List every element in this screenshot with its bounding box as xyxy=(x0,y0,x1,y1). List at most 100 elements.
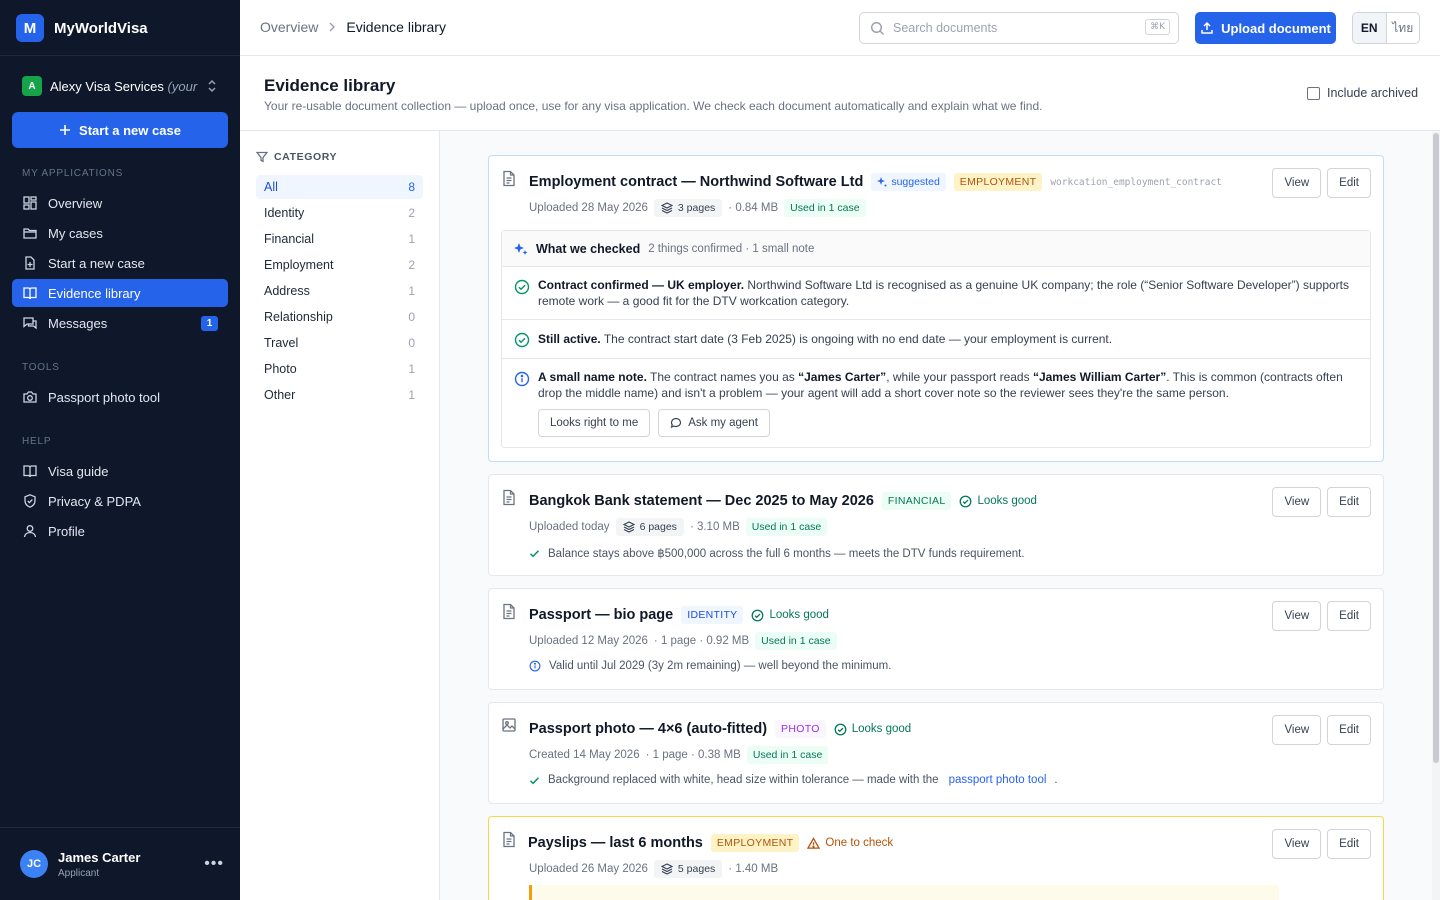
document-title[interactable]: Employment contract — Northwind Software… xyxy=(529,174,863,190)
category-all[interactable]: All 8 xyxy=(256,175,423,199)
status-badge: Looks good xyxy=(959,495,1037,508)
sidebar-item-privacy[interactable]: Privacy & PDPA xyxy=(12,487,228,515)
used-in-badge: Used in 1 case xyxy=(746,746,829,764)
category-travel[interactable]: Travel 0 xyxy=(256,331,423,355)
category-tag: IDENTITY xyxy=(681,606,744,624)
document-card[interactable]: Passport — bio page IDENTITY Looks good … xyxy=(488,588,1384,690)
search-shortcut: ⌘K xyxy=(1145,19,1170,35)
document-actions: View Edit xyxy=(1272,601,1371,631)
check-circle-icon xyxy=(834,723,847,736)
view-button[interactable]: View xyxy=(1272,829,1322,859)
brand-name: MyWorldVisa xyxy=(54,19,148,37)
info-icon xyxy=(529,660,541,672)
category-photo[interactable]: Photo 1 xyxy=(256,357,423,381)
document-title[interactable]: Payslips — last 6 months xyxy=(528,835,703,851)
document-title[interactable]: Passport — bio page xyxy=(529,607,673,623)
sidebar-item-overview[interactable]: Overview xyxy=(12,189,228,217)
document-meta: Uploaded 28 May 2026 3 pages · 0.84 MB U… xyxy=(529,199,866,217)
sidebar-item-evidence-library[interactable]: Evidence library xyxy=(12,279,228,307)
category-financial[interactable]: Financial 1 xyxy=(256,227,423,251)
org-name: Alexy Visa Services (your ... xyxy=(50,78,198,94)
edit-button[interactable]: Edit xyxy=(1327,715,1371,745)
messages-icon xyxy=(22,315,38,331)
upload-icon xyxy=(1200,21,1214,35)
category-other[interactable]: Other 1 xyxy=(256,383,423,407)
view-button[interactable]: View xyxy=(1272,168,1322,198)
filter-icon xyxy=(256,151,268,163)
chevron-updown-icon xyxy=(206,79,218,93)
edit-button[interactable]: Edit xyxy=(1327,829,1371,859)
edit-button[interactable]: Edit xyxy=(1327,487,1371,517)
document-meta: Created 14 May 2026 · 1 page · 0.38 MB U… xyxy=(529,746,829,764)
sidebar-divider xyxy=(0,55,240,56)
sidebar-item-profile[interactable]: Profile xyxy=(12,517,228,545)
breadcrumb-overview[interactable]: Overview xyxy=(260,19,318,35)
category-header: CATEGORY xyxy=(256,151,337,163)
include-archived-checkbox[interactable] xyxy=(1307,86,1320,100)
sidebar-item-messages[interactable]: Messages 1 xyxy=(12,309,228,337)
user-info: James Carter Applicant xyxy=(58,850,140,879)
book-icon xyxy=(22,285,38,301)
more-icon[interactable]: ••• xyxy=(204,855,224,873)
check-item-note: A small name note. The contract names yo… xyxy=(502,359,1370,447)
view-button[interactable]: View xyxy=(1272,601,1322,631)
view-button[interactable]: View xyxy=(1272,715,1322,745)
document-actions: View Edit xyxy=(1272,715,1371,745)
lang-th[interactable]: ไทย xyxy=(1387,13,1420,43)
category-panel: CATEGORY All 8 Identity 2 Financial 1 Emplo… xyxy=(240,131,440,900)
org-switcher[interactable]: A Alexy Visa Services (your ... xyxy=(22,76,218,96)
check-circle-icon xyxy=(959,495,972,508)
layers-icon xyxy=(660,202,673,214)
category-address[interactable]: Address 1 xyxy=(256,279,423,303)
document-list: Employment contract — Northwind Software… xyxy=(440,131,1432,900)
view-button[interactable]: View xyxy=(1272,487,1322,517)
sparkle-icon xyxy=(877,177,887,187)
brand[interactable]: M MyWorldVisa xyxy=(16,14,148,42)
edit-button[interactable]: Edit xyxy=(1327,168,1371,198)
scrollbar-thumb[interactable] xyxy=(1433,133,1439,763)
check-circle-icon xyxy=(514,332,530,348)
search-box[interactable]: ⌘K xyxy=(859,12,1179,44)
document-title-row: Passport photo — 4×6 (auto-fitted) PHOTO… xyxy=(529,720,911,738)
scrollbar[interactable] xyxy=(1432,131,1440,900)
edit-button[interactable]: Edit xyxy=(1327,601,1371,631)
pages-badge: 3 pages xyxy=(653,199,723,217)
avatar: JC xyxy=(20,850,48,878)
used-in-badge: Used in 1 case xyxy=(784,199,866,217)
user-icon xyxy=(22,523,38,539)
document-title[interactable]: Bangkok Bank statement — Dec 2025 to May… xyxy=(529,493,874,509)
document-card[interactable]: Bangkok Bank statement — Dec 2025 to May… xyxy=(488,474,1384,576)
check-text: Contract confirmed — UK employer. Northw… xyxy=(538,278,1350,308)
ask-agent-button[interactable]: Ask my agent xyxy=(658,409,770,437)
layers-icon xyxy=(622,521,635,533)
document-card[interactable]: Employment contract — Northwind Software… xyxy=(488,155,1384,462)
category-relationship[interactable]: Relationship 0 xyxy=(256,305,423,329)
document-icon xyxy=(501,831,517,848)
looks-right-button[interactable]: Looks right to me xyxy=(538,409,651,437)
sidebar: M MyWorldVisa A Alexy Visa Services (you… xyxy=(0,0,240,900)
category-identity[interactable]: Identity 2 xyxy=(256,201,423,225)
lang-en[interactable]: EN xyxy=(1353,13,1387,43)
user-menu[interactable]: JC James Carter Applicant ••• xyxy=(20,849,224,879)
layers-icon xyxy=(660,863,673,875)
document-actions: View Edit xyxy=(1272,487,1371,517)
upload-document-button[interactable]: Upload document xyxy=(1195,12,1336,44)
document-title[interactable]: Passport photo — 4×6 (auto-fitted) xyxy=(529,721,767,737)
search-input[interactable] xyxy=(893,21,1143,35)
start-new-case-button[interactable]: Start a new case xyxy=(12,112,228,148)
sidebar-item-passport-photo-tool[interactable]: Passport photo tool xyxy=(12,383,228,411)
passport-photo-tool-link[interactable]: passport photo tool xyxy=(949,774,1047,786)
sidebar-item-my-cases[interactable]: My cases xyxy=(12,219,228,247)
info-icon xyxy=(514,371,530,387)
pages-badge: 5 pages xyxy=(653,860,723,878)
page-subtitle: Your re-usable document collection — upl… xyxy=(264,99,1043,113)
document-title-row: Employment contract — Northwind Software… xyxy=(529,173,1222,191)
document-card[interactable]: Passport photo — 4×6 (auto-fitted) PHOTO… xyxy=(488,702,1384,804)
plus-icon xyxy=(59,124,71,136)
category-employment[interactable]: Employment 2 xyxy=(256,253,423,277)
note-actions: Looks right to me Ask my agent xyxy=(538,409,770,437)
include-archived-toggle[interactable]: Include archived xyxy=(1307,86,1418,100)
sidebar-item-visa-guide[interactable]: Visa guide xyxy=(12,457,228,485)
document-card[interactable]: Payslips — last 6 months EMPLOYMENT One … xyxy=(488,816,1384,900)
sidebar-item-start-case[interactable]: Start a new case xyxy=(12,249,228,277)
